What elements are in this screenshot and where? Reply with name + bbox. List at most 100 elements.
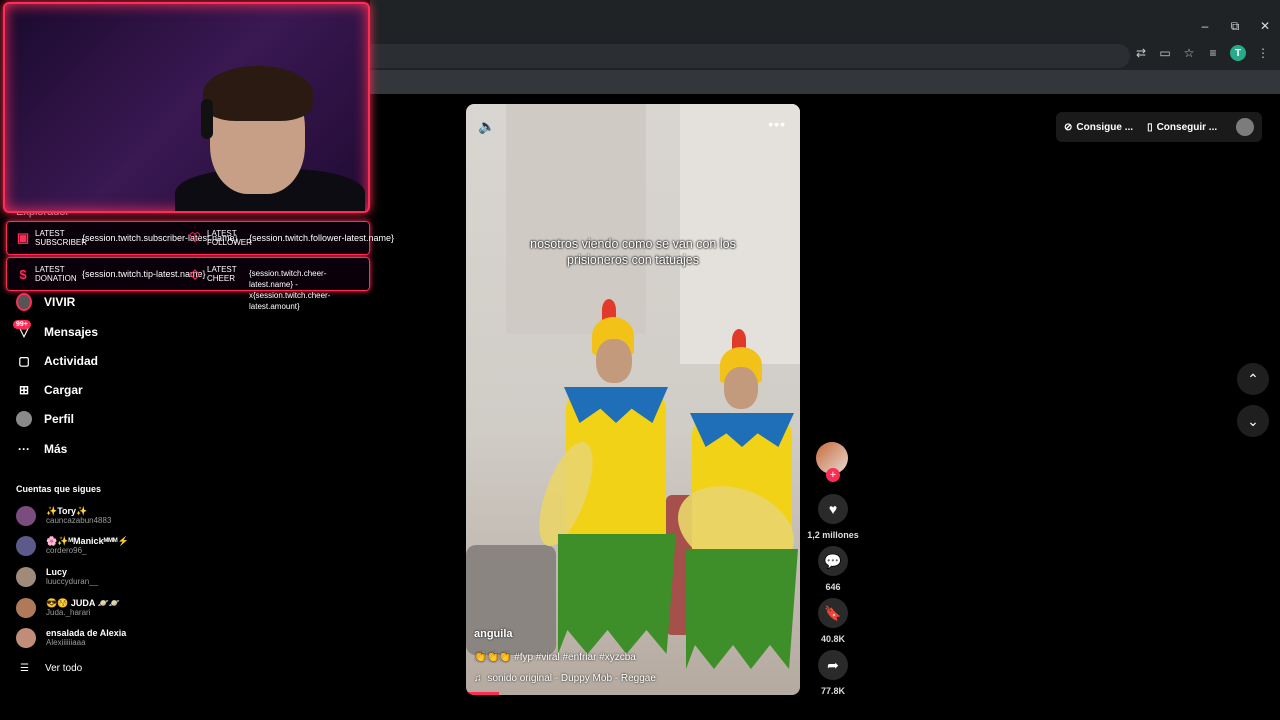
comment-count: 646 (825, 582, 841, 592)
heart-icon: ♡ (189, 230, 201, 245)
account-username: Juda._harari (46, 608, 91, 617)
minimize-button[interactable]: – (1190, 14, 1220, 38)
headset-icon (201, 99, 213, 139)
sidebar-item-label: Actividad (44, 354, 99, 368)
account-name: ensalada de Alexia (46, 628, 127, 638)
twitch-icon: ▣ (16, 230, 30, 245)
translate-icon[interactable]: ⇄ (1134, 46, 1148, 60)
account-username: Alexiiiiiiaaa (46, 638, 86, 647)
sidebar-item-live[interactable]: VIVIR (16, 293, 76, 311)
video-player[interactable]: nosotros viendo como se van con los pris… (466, 104, 800, 695)
restore-button[interactable]: ⧉ (1220, 14, 1250, 38)
heart-icon: ♥ (828, 501, 838, 517)
avatar (16, 628, 36, 648)
avatar[interactable] (1236, 118, 1254, 136)
video-music[interactable]: ♫ sonido original - Duppy Mob - Reggae (474, 673, 656, 684)
account-name: Lucy (46, 567, 68, 577)
bookmark-icon: 🔖 (824, 604, 842, 621)
profile-avatar[interactable]: T (1230, 45, 1246, 61)
following-account[interactable]: 😎😚 JUDA 🪐🪐 Juda._harari (16, 598, 120, 618)
account-username: luuccyduran__ (46, 577, 99, 586)
following-account[interactable]: 🌸✨ᴹManickᴹᴹᴹ⚡ cordero96_ (16, 536, 129, 556)
share-icon: ➦ (827, 656, 839, 673)
address-bar[interactable] (370, 44, 1130, 68)
like-button[interactable]: ♥ (818, 494, 848, 524)
get-app-button[interactable]: ▯ Conseguir ... (1147, 122, 1217, 133)
screen: – ⧉ ✕ ⇄ ▭ ☆ ≡ T ⋮ Explorador VIVIR ▽ Men… (0, 0, 1280, 720)
video-scene-wall (680, 104, 800, 364)
sidebar-item-more[interactable]: ··· Más (16, 441, 67, 457)
latest-alerts-row-2: $ LATEST DONATION {session.twitch.tip-la… (6, 257, 370, 311)
avatar (16, 506, 36, 526)
webcam-overlay (3, 2, 370, 213)
follow-button[interactable]: + (826, 468, 840, 482)
kebab-menu-icon[interactable]: ⋮ (1256, 46, 1270, 60)
sidebar-item-label: Mensajes (44, 325, 99, 339)
sidebar-item-label: Más (44, 442, 68, 456)
bookmarks-bar (370, 70, 1280, 94)
previous-video-button[interactable]: ⌃ (1237, 363, 1269, 395)
video-person-left (528, 299, 676, 679)
get-coins-button[interactable]: ⊘ Consigue ... (1064, 122, 1133, 133)
save-button[interactable]: 🔖 (818, 598, 848, 628)
top-actions: ⊘ Consigue ... ▯ Conseguir ... (1056, 112, 1262, 142)
video-person-right (665, 329, 800, 689)
browser-titlebar: – ⧉ ✕ (370, 0, 1280, 40)
share-button[interactable]: ➦ (818, 650, 848, 680)
toolbar-icons: ⇄ ▭ ☆ ≡ T ⋮ (1134, 45, 1270, 61)
sidebar-item-profile[interactable]: Perfil (16, 411, 74, 427)
music-note-icon: ♫ (474, 673, 482, 684)
get-coins-label: Consigue ... (1076, 121, 1134, 133)
chevron-down-icon: ⌄ (1247, 412, 1259, 429)
coin-icon: ⊘ (1064, 121, 1073, 133)
save-count: 40.8K (820, 634, 846, 644)
music-title: sonido original - Duppy Mob - Reggae (487, 673, 656, 684)
avatar (16, 567, 36, 587)
avatar (16, 598, 36, 618)
follower-label: LATEST FOLLOWER (207, 229, 252, 247)
following-account[interactable]: ensalada de Alexia Alexiiiiiiaaa (16, 628, 126, 648)
following-account[interactable]: Lucy luuccyduran__ (16, 567, 98, 587)
sidebar-item-label: Perfil (44, 412, 75, 426)
like-count: 1,2 millones (807, 530, 859, 540)
live-avatar-icon (16, 293, 32, 311)
sidebar-item-label: Cargar (44, 383, 83, 397)
dollar-icon: $ (19, 266, 27, 282)
account-username: cordero96_ (46, 546, 87, 555)
phone-icon: ▯ (1147, 121, 1153, 133)
chevron-up-icon: ⌃ (1247, 370, 1259, 387)
more-icon: ··· (18, 442, 30, 456)
upload-icon: ⊞ (18, 383, 30, 397)
video-progress-bar[interactable] (466, 692, 500, 695)
cast-icon[interactable]: ▭ (1158, 46, 1172, 60)
volume-icon[interactable]: 🔈 (478, 118, 495, 135)
activity-icon: ▢ (18, 354, 30, 368)
video-description: 👏👏👏 #fyp #viral #enfriar #xyzcba (474, 652, 636, 663)
follower-value: {session.twitch.follower-latest.name} (249, 233, 395, 243)
see-all-link[interactable]: ☰ Ver todo (20, 663, 82, 674)
profile-icon (16, 411, 32, 427)
account-name: 🌸✨ᴹManickᴹᴹᴹ⚡ (46, 536, 129, 546)
following-title: Cuentas que sigues (16, 484, 102, 494)
more-options-icon[interactable]: ••• (768, 116, 786, 132)
video-author[interactable]: anguila (474, 628, 513, 640)
window-controls: – ⧉ ✕ (1190, 14, 1280, 38)
comment-button[interactable]: 💬 (818, 546, 848, 576)
sidebar-item-upload[interactable]: ⊞ Cargar (16, 382, 83, 398)
cheer-label: LATEST CHEER (207, 265, 237, 283)
webcam-person-hair (203, 66, 313, 121)
latest-alerts-row-1: ▣ LATEST SUBSCRIBER {session.twitch.subs… (6, 221, 394, 255)
cheer-value: {session.twitch.cheer-latest.name} - x{s… (249, 269, 331, 311)
sidebar-item-activity[interactable]: ▢ Actividad (16, 353, 98, 369)
subscriber-label: LATEST SUBSCRIBER (35, 229, 88, 247)
list-icon: ☰ (20, 663, 29, 674)
close-button[interactable]: ✕ (1250, 14, 1280, 38)
sidebar-item-label: VIVIR (44, 295, 76, 309)
diamond-icon: ◇ (190, 266, 200, 281)
next-video-button[interactable]: ⌄ (1237, 405, 1269, 437)
account-username: cauncazabun4883 (46, 516, 112, 525)
star-icon[interactable]: ☆ (1182, 46, 1196, 60)
get-app-label: Conseguir ... (1156, 121, 1218, 133)
reading-list-icon[interactable]: ≡ (1206, 46, 1220, 60)
following-account[interactable]: ✨Tory✨ cauncazabun4883 (16, 506, 111, 526)
